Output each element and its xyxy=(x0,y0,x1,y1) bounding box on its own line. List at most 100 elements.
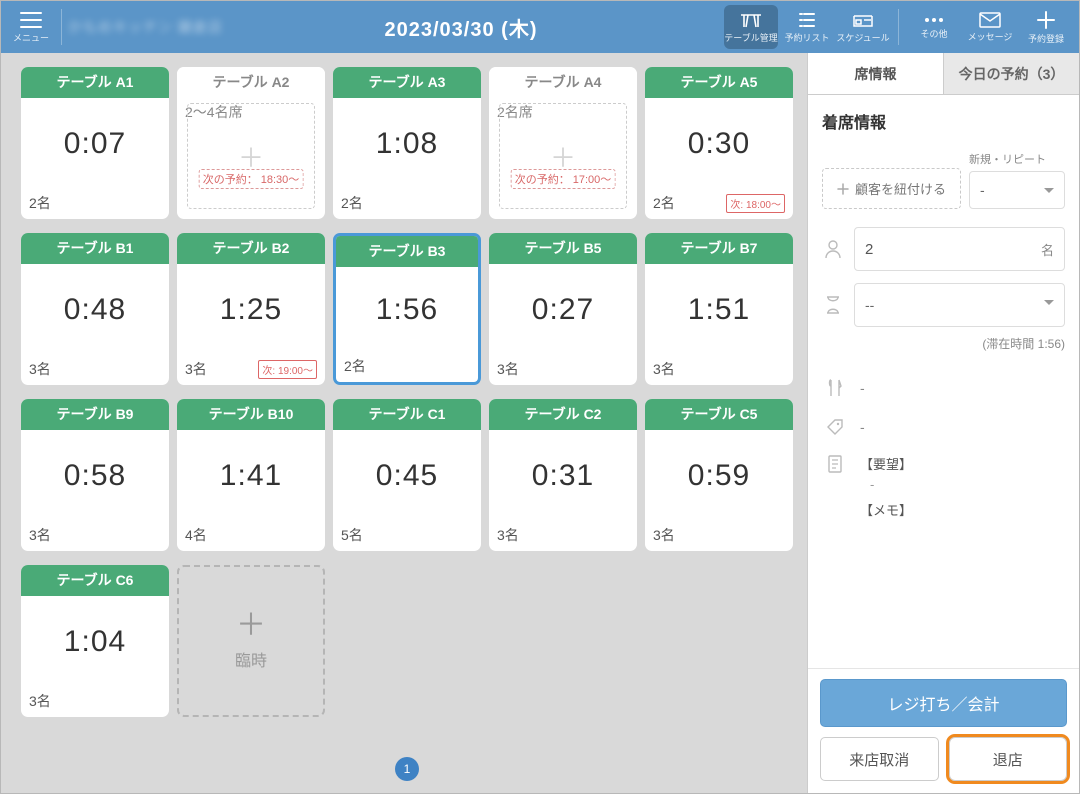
table-grid: テーブル A10:072名テーブル A2＋次の予約： 18:30〜2〜4名席テー… xyxy=(21,67,793,717)
pager: 1 xyxy=(21,749,793,785)
side-tabs: 席情報 今日の予約（3） xyxy=(808,53,1079,95)
next-reservation-badge: 次の予約： 18:30〜 xyxy=(199,169,304,189)
table-name: テーブル B1 xyxy=(21,233,169,264)
app-header: メニュー かもめキッチン 鎌倉店 2023/03/30 (木) テーブル管理 予… xyxy=(1,1,1079,53)
menu-button[interactable]: メニュー xyxy=(7,11,55,44)
date-title: 2023/03/30 (木) xyxy=(198,13,724,42)
elapsed-time: 1:08 xyxy=(376,127,438,161)
guest-count: 5名 xyxy=(341,525,363,545)
table-name: テーブル C2 xyxy=(489,399,637,430)
mail-icon xyxy=(979,12,1001,28)
table-name: テーブル A4 xyxy=(489,67,637,98)
register-payment-button[interactable]: レジ打ち／会計 xyxy=(820,679,1067,727)
elapsed-time: 0:59 xyxy=(688,459,750,493)
plus-icon: ＋ xyxy=(236,611,266,641)
tag-value: - xyxy=(860,419,865,435)
table-name: テーブル C6 xyxy=(21,565,169,596)
guest-count: 3名 xyxy=(185,359,207,379)
guests-input[interactable]: 2 名 xyxy=(854,227,1065,271)
table-card[interactable]: テーブル C61:043名 xyxy=(21,565,169,717)
link-customer-button[interactable]: 顧客を紐付ける xyxy=(822,168,961,209)
tab-today-reservations[interactable]: 今日の予約（3） xyxy=(943,53,1079,95)
table-name: テーブル B9 xyxy=(21,399,169,430)
next-badge: 次: 18:00〜 xyxy=(726,194,785,213)
elapsed-time: (滞在時間 1:56) xyxy=(822,335,1065,352)
table-card[interactable]: テーブル C20:313名 xyxy=(489,399,637,551)
table-name: テーブル C5 xyxy=(645,399,793,430)
empty-slot[interactable]: ＋ xyxy=(499,103,627,209)
next-reservation-badge: 次の予約： 17:00〜 xyxy=(511,169,616,189)
guests-suffix: 名 xyxy=(1041,240,1054,259)
table-name: テーブル B3 xyxy=(336,236,478,267)
table-card[interactable]: テーブル B101:414名 xyxy=(177,399,325,551)
table-name: テーブル B10 xyxy=(177,399,325,430)
guests-value: 2 xyxy=(865,241,873,258)
tab-seat-info[interactable]: 席情報 xyxy=(808,53,943,95)
elapsed-time: 1:41 xyxy=(220,459,282,493)
table-card[interactable]: テーブル C1 0:45 5名 xyxy=(333,399,481,551)
empty-slot[interactable]: ＋ xyxy=(187,103,315,209)
table-card[interactable]: テーブル B21:253名次: 19:00〜 xyxy=(177,233,325,385)
tool-messages[interactable]: メッセージ xyxy=(963,5,1017,49)
table-card[interactable]: テーブル B10:483名 xyxy=(21,233,169,385)
table-footer: 2名 次: 18:00〜 xyxy=(645,189,793,219)
repeat-select[interactable]: - xyxy=(969,171,1065,209)
tool-new-reservation[interactable]: 予約登録 xyxy=(1019,5,1073,49)
table-card[interactable]: テーブル A4＋次の予約： 17:00〜2名席 xyxy=(489,67,637,219)
table-name: テーブル A2 xyxy=(177,67,325,98)
table-name: テーブル A1 xyxy=(21,67,169,98)
table-body: 1:41 xyxy=(177,430,325,521)
table-body: 1:25 xyxy=(177,264,325,355)
table-name: テーブル C1 xyxy=(333,399,481,430)
table-footer: 2名 xyxy=(333,189,481,219)
add-temp-table[interactable]: ＋ 臨時 xyxy=(177,565,325,717)
table-card[interactable]: テーブル B71:513名 xyxy=(645,233,793,385)
tool-tables[interactable]: テーブル管理 xyxy=(724,5,778,49)
guest-count: 3名 xyxy=(653,359,675,379)
table-card[interactable]: テーブル C5 0:59 3名 xyxy=(645,399,793,551)
duration-select[interactable]: -- xyxy=(854,283,1065,327)
menu-label: メニュー xyxy=(7,31,55,44)
hourglass-icon xyxy=(822,295,844,315)
table-footer: 3名 xyxy=(489,355,637,385)
table-body: 0:48 xyxy=(21,264,169,355)
table-body: 0:07 xyxy=(21,98,169,189)
guest-count: 3名 xyxy=(497,359,519,379)
tool-schedule[interactable]: スケジュール xyxy=(836,5,890,49)
page-indicator[interactable]: 1 xyxy=(395,757,419,781)
cancel-visit-button[interactable]: 来店取消 xyxy=(820,737,939,781)
table-card[interactable]: テーブル A31:082名 xyxy=(333,67,481,219)
table-body: 0:58 xyxy=(21,430,169,521)
table-body: 1:04 xyxy=(21,596,169,687)
table-card[interactable]: テーブル B31:562名 xyxy=(333,233,481,385)
header-divider xyxy=(61,9,62,45)
guest-count: 2名 xyxy=(344,356,366,376)
table-card[interactable]: テーブル A50:302名次: 18:00〜 xyxy=(645,67,793,219)
guest-count: 3名 xyxy=(653,525,675,545)
elapsed-time: 1:25 xyxy=(220,293,282,327)
link-customer-label: 顧客を紐付ける xyxy=(855,179,946,198)
table-card[interactable]: テーブル A10:072名 xyxy=(21,67,169,219)
floor-area: テーブル A10:072名テーブル A2＋次の予約： 18:30〜2〜4名席テー… xyxy=(1,53,807,793)
header-tools: テーブル管理 予約リスト スケジュール その他 メッセージ 予約登録 xyxy=(724,5,1073,49)
table-body: 0:27 xyxy=(489,264,637,355)
elapsed-time: 0:45 xyxy=(376,459,438,493)
side-heading: 着席情報 xyxy=(822,109,1065,133)
table-footer: 5名 xyxy=(333,521,481,551)
elapsed-time: 0:27 xyxy=(532,293,594,327)
table-card[interactable]: テーブル B50:273名 xyxy=(489,233,637,385)
leave-button[interactable]: 退店 xyxy=(949,737,1068,781)
table-footer: 3名 xyxy=(645,355,793,385)
note-icon xyxy=(824,454,846,519)
table-name: テーブル A5 xyxy=(645,67,793,98)
elapsed-time: 0:07 xyxy=(64,127,126,161)
tool-other[interactable]: その他 xyxy=(907,5,961,49)
side-actions: レジ打ち／会計 来店取消 退店 xyxy=(808,668,1079,793)
guest-count: 2名 xyxy=(653,193,675,213)
request-value: - xyxy=(860,477,1065,492)
temp-label: 臨時 xyxy=(235,647,267,671)
elapsed-time: 0:31 xyxy=(532,459,594,493)
table-card[interactable]: テーブル B90:583名 xyxy=(21,399,169,551)
tool-reservations[interactable]: 予約リスト xyxy=(780,5,834,49)
table-card[interactable]: テーブル A2＋次の予約： 18:30〜2〜4名席 xyxy=(177,67,325,219)
